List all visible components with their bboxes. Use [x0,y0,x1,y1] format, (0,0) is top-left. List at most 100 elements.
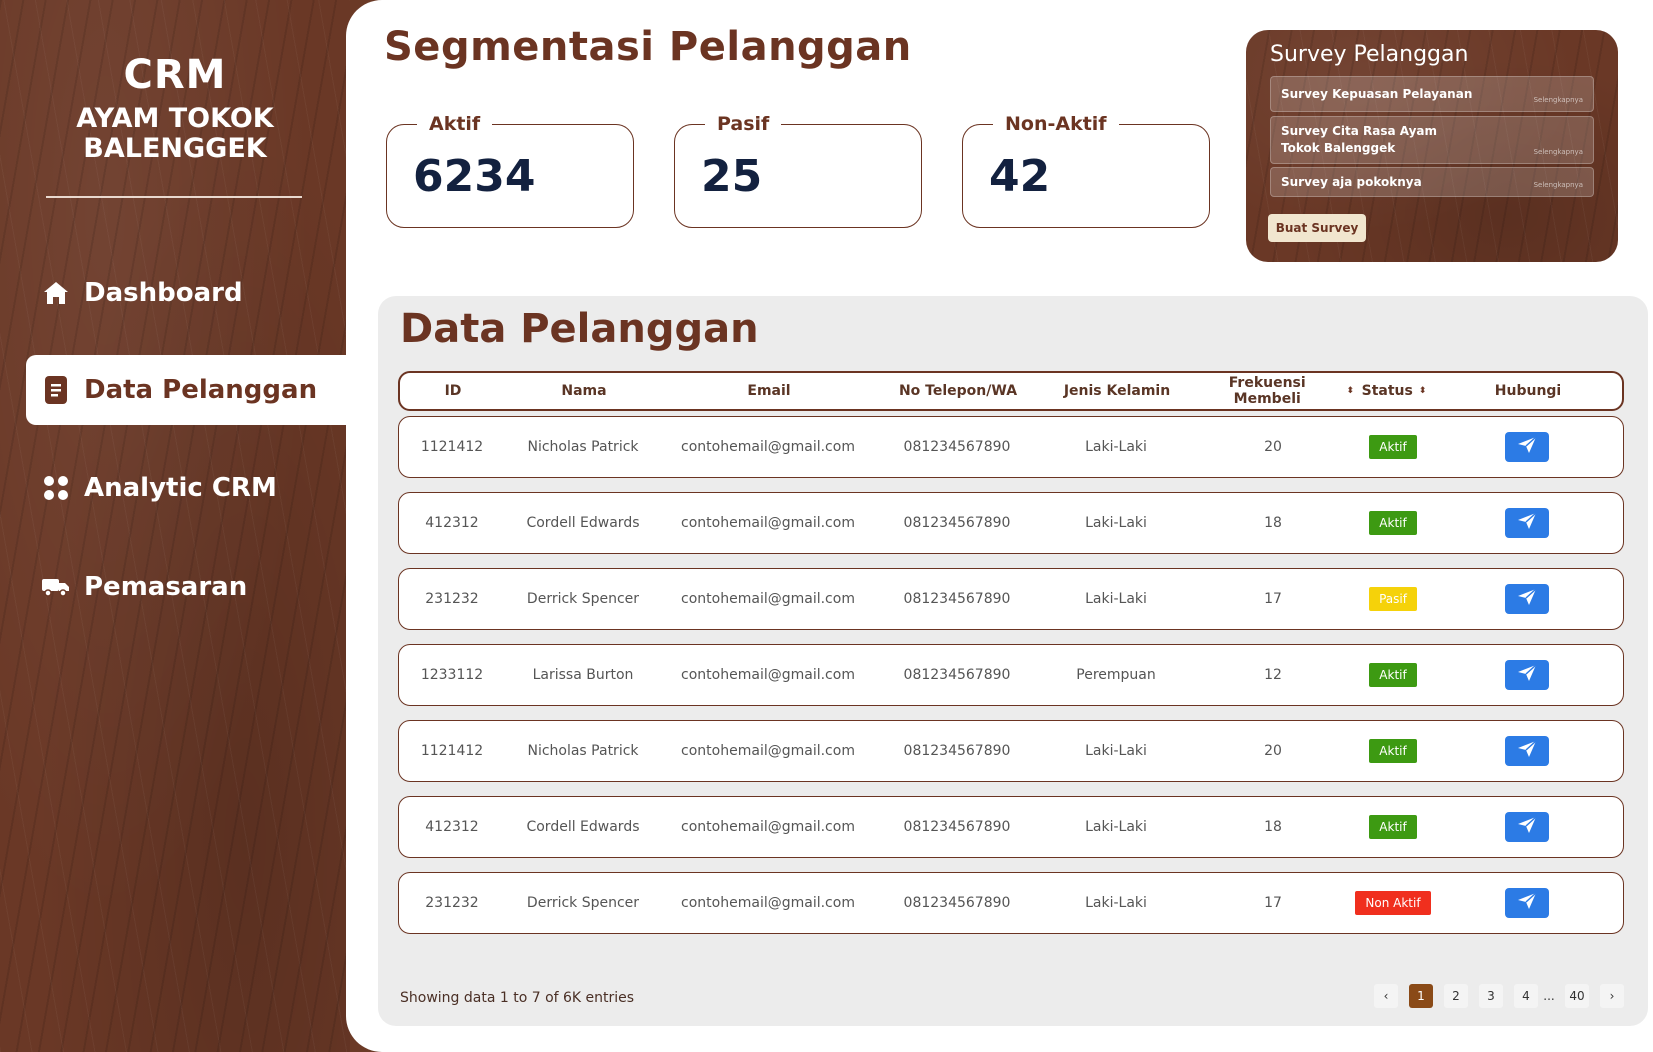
next-page-button[interactable]: › [1600,984,1624,1008]
survey-card: Survey Pelanggan Survey Kepuasan Pelayan… [1246,30,1618,262]
contact-button[interactable] [1505,508,1549,538]
col-frekuensi[interactable]: Frekuensi Membeli ⬍ [1194,373,1354,409]
sort-icon[interactable]: ⬍ [1346,386,1354,396]
col-hubungi: Hubungi [1494,383,1562,399]
sidebar-item-pemasaran[interactable]: Pemasaran [26,552,350,622]
send-icon [1517,588,1537,610]
cell-phone: 081234567890 [903,439,1011,455]
stat-label: Pasif [705,113,782,135]
sidebar-item-label: Dashboard [84,278,243,308]
col-status[interactable]: Status ⬍ [1354,373,1434,409]
status-badge: Pasif [1369,587,1417,611]
sidebar-item-label: Data Pelanggan [84,375,318,405]
cell-id: 1121412 [420,743,484,759]
contact-button[interactable] [1505,660,1549,690]
col-gender: Jenis Kelamin [1063,383,1171,399]
survey-item[interactable]: Survey aja pokoknya Selengkapnya [1270,167,1594,197]
status-badge: Aktif [1369,435,1417,459]
contact-button[interactable] [1505,888,1549,918]
cell-frekuensi: 18 [1264,819,1282,835]
cell-email: contohemail@gmail.com [681,515,855,531]
cell-frekuensi: 20 [1264,743,1282,759]
cell-email: contohemail@gmail.com [681,439,855,455]
cell-hubungi [1433,569,1621,629]
grid-dots-icon [42,474,70,502]
cell-gender: Laki-Laki [1085,743,1147,759]
cell-gender: Laki-Laki [1085,819,1147,835]
page-button[interactable]: 3 [1479,984,1503,1008]
cell-email: contohemail@gmail.com [681,743,855,759]
brand-title: CRM [123,52,227,98]
contact-button[interactable] [1505,736,1549,766]
cell-id: 231232 [425,591,479,607]
status-badge: Aktif [1369,815,1417,839]
sidebar-item-data-pelanggan[interactable]: Data Pelanggan [26,355,350,425]
brand: CRM AYAM TOKOK BALENGGEK [0,52,350,164]
sort-icon[interactable]: ⬍ [1419,386,1427,396]
cell-phone: 081234567890 [903,819,1011,835]
pagination: ‹ 1 2 3 4 ... 40 › [1363,984,1624,1008]
survey-more-link[interactable]: Selengkapnya [1534,91,1583,109]
survey-more-link[interactable]: Selengkapnya [1534,144,1583,161]
cell-status: Pasif [1353,569,1433,629]
cell-frekuensi: 12 [1264,667,1282,683]
survey-item-label: Survey Kepuasan Pelayanan [1281,87,1473,101]
table-row: 1121412 Nicholas Patrick contohemail@gmail… [398,720,1624,782]
cell-hubungi [1433,721,1621,781]
sidebar-item-dashboard[interactable]: Dashboard [26,258,350,328]
cell-gender: Perempuan [1076,667,1156,683]
cell-hubungi [1433,645,1621,705]
table-row: 231232 Derrick Spencer contohemail@gmail.c… [398,872,1624,934]
data-title: Data Pelanggan [400,306,759,352]
cell-gender: Laki-Laki [1085,591,1147,607]
stat-aktif: Aktif 6234 [386,113,634,228]
brand-subtitle: AYAM TOKOK BALENGGEK [76,103,274,164]
table-row: 231232 Derrick Spencer contohemail@gmail.c… [398,568,1624,630]
sidebar: CRM AYAM TOKOK BALENGGEK Dashboard Data … [0,0,350,1052]
survey-title: Survey Pelanggan [1270,42,1469,67]
stat-value: 6234 [413,151,536,202]
cell-phone: 081234567890 [903,667,1011,683]
survey-more-link[interactable]: Selengkapnya [1534,176,1583,194]
col-id: ID [444,383,462,399]
page-button[interactable]: 2 [1444,984,1468,1008]
survey-item[interactable]: Survey Cita Rasa Ayam Tokok Balenggek Se… [1270,116,1594,164]
truck-icon [42,573,70,601]
status-badge: Aktif [1369,511,1417,535]
cell-gender: Laki-Laki [1085,895,1147,911]
cell-gender: Laki-Laki [1085,515,1147,531]
main-panel: Segmentasi Pelanggan Aktif 6234 Pasif 25… [346,0,1653,1052]
survey-item[interactable]: Survey Kepuasan Pelayanan Selengkapnya [1270,76,1594,112]
send-icon [1517,892,1537,914]
cell-status: Aktif [1353,417,1433,477]
contact-button[interactable] [1505,584,1549,614]
page-button[interactable]: 4 [1514,984,1538,1008]
sidebar-item-analytic-crm[interactable]: Analytic CRM [26,453,350,523]
stat-label: Aktif [417,113,493,135]
table-header: ID Nama Email No Telepon/WA Jenis Kelami… [398,371,1624,411]
page-button[interactable]: 40 [1565,984,1589,1008]
cell-nama: Derrick Spencer [526,895,640,911]
cell-hubungi [1433,873,1621,933]
cell-nama: Nicholas Patrick [527,743,639,759]
brand-divider [46,196,302,198]
pagination-ellipsis: ... [1543,989,1555,1003]
col-email: Email [747,383,791,399]
contact-button[interactable] [1505,812,1549,842]
cell-phone: 081234567890 [903,743,1011,759]
cell-frekuensi: 17 [1264,591,1282,607]
cell-id: 412312 [425,515,479,531]
stat-non-aktif: Non-Aktif 42 [962,113,1210,228]
sidebar-item-label: Analytic CRM [84,473,277,503]
contact-button[interactable] [1505,432,1549,462]
send-icon [1517,740,1537,762]
cell-nama: Nicholas Patrick [527,439,639,455]
cell-status: Aktif [1353,645,1433,705]
cell-id: 231232 [425,895,479,911]
create-survey-button[interactable]: Buat Survey [1268,214,1366,242]
page-button[interactable]: 1 [1409,984,1433,1008]
prev-page-button[interactable]: ‹ [1374,984,1398,1008]
document-icon [42,376,70,404]
cell-phone: 081234567890 [903,515,1011,531]
entries-info: Showing data 1 to 7 of 6K entries [400,990,635,1006]
